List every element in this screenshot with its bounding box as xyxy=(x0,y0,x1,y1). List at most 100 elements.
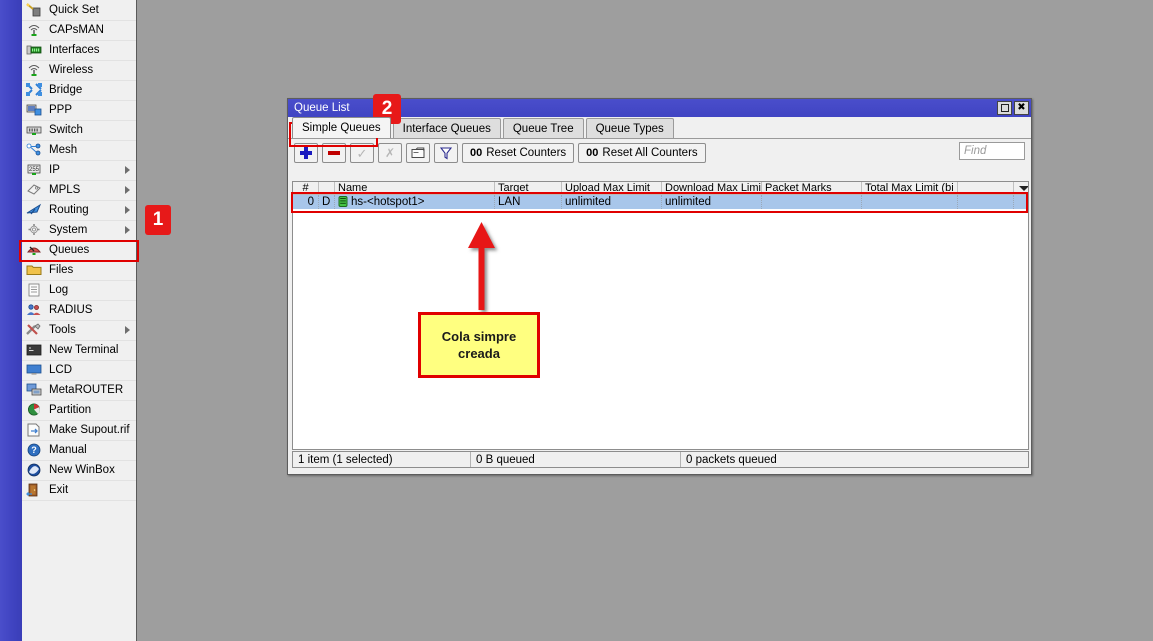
reset-all-counters-count: 00 xyxy=(586,147,598,159)
tab-queue-types[interactable]: Queue Types xyxy=(586,118,674,138)
sidebar-item-label: Switch xyxy=(49,125,83,137)
column-header-total-max-limit-bi[interactable]: Total Max Limit (bi xyxy=(862,182,958,194)
sidebar-item-label: PPP xyxy=(49,105,72,117)
sidebar-item-mpls[interactable]: MPLS xyxy=(22,181,136,201)
sidebar-item-switch[interactable]: Switch xyxy=(22,121,136,141)
sidebar-item-make-supout-rif[interactable]: Make Supout.rif xyxy=(22,421,136,441)
cell-total_max_limit xyxy=(862,195,958,209)
add-queue-button[interactable] xyxy=(294,143,318,163)
svg-text:?: ? xyxy=(31,445,37,455)
sidebar-item-files[interactable]: Files xyxy=(22,261,136,281)
sidebar-item-metarouter[interactable]: MetaROUTER xyxy=(22,381,136,401)
filter-icon xyxy=(440,147,452,160)
find-input[interactable]: Find xyxy=(959,142,1025,160)
sidebar-item-label: Files xyxy=(49,265,73,277)
winbox-accent-strip xyxy=(0,0,22,641)
maximize-button[interactable] xyxy=(997,101,1012,115)
sidebar-item-wireless[interactable]: Wireless xyxy=(22,61,136,81)
sidebar-item-label: Interfaces xyxy=(49,45,100,57)
cell-download_max_limit: unlimited xyxy=(662,195,762,209)
cell-flag: D xyxy=(319,195,335,209)
sidebar-item-interfaces[interactable]: Interfaces xyxy=(22,41,136,61)
sidebar-item-label: Quick Set xyxy=(49,5,99,17)
terminal-icon xyxy=(26,343,44,359)
sidebar-item-capsman[interactable]: CAPsMAN xyxy=(22,21,136,41)
reset-all-counters-label: Reset All Counters xyxy=(602,147,697,159)
column-header-upload-max-limit[interactable]: Upload Max Limit xyxy=(562,182,662,194)
column-header-blank[interactable] xyxy=(319,182,335,194)
ppp-icon xyxy=(26,103,42,117)
column-header-name[interactable]: Name xyxy=(335,182,495,194)
queue-name: hs-<hotspot1> xyxy=(351,196,425,208)
sidebar-item-label: RADIUS xyxy=(49,305,92,317)
radius-icon xyxy=(26,303,44,319)
chevron-right-icon xyxy=(125,186,130,194)
sidebar-item-label: Bridge xyxy=(49,85,82,97)
sidebar-item-label: Make Supout.rif xyxy=(49,425,130,437)
sidebar-item-label: New Terminal xyxy=(49,345,118,357)
radius-icon xyxy=(26,303,42,317)
sidebar-item-ppp[interactable]: PPP xyxy=(22,101,136,121)
tab-queue-tree[interactable]: Queue Tree xyxy=(503,118,584,138)
column-header-[interactable]: # xyxy=(293,182,319,194)
switch-icon xyxy=(26,123,42,137)
column-header-blank[interactable] xyxy=(958,182,1014,194)
sidebar-item-label: Mesh xyxy=(49,145,77,157)
new-winbox-icon xyxy=(26,463,42,477)
new-winbox-icon xyxy=(26,463,44,479)
annotation-arrow xyxy=(455,200,525,320)
partition-icon xyxy=(26,403,44,419)
files-icon xyxy=(26,263,44,279)
sidebar-item-label: Exit xyxy=(49,485,68,497)
cell-index: 0 xyxy=(293,195,319,209)
close-button[interactable]: ✖ xyxy=(1014,101,1029,115)
sidebar-item-routing[interactable]: Routing xyxy=(22,201,136,221)
sidebar-item-manual[interactable]: ?Manual xyxy=(22,441,136,461)
sidebar-item-ip[interactable]: 255IP xyxy=(22,161,136,181)
sidebar-item-log[interactable]: Log xyxy=(22,281,136,301)
disable-queue-button[interactable]: ✗ xyxy=(378,143,402,163)
column-header-packet-marks[interactable]: Packet Marks xyxy=(762,182,862,194)
routing-icon xyxy=(26,203,42,217)
sidebar-item-tools[interactable]: Tools xyxy=(22,321,136,341)
cell-upload_max_limit: unlimited xyxy=(562,195,662,209)
mpls-icon xyxy=(26,183,44,199)
chevron-right-icon xyxy=(125,326,130,334)
sidebar-item-new-winbox[interactable]: New WinBox xyxy=(22,461,136,481)
system-icon xyxy=(26,223,44,239)
cell-packet_marks xyxy=(762,195,862,209)
sidebar-item-partition[interactable]: Partition xyxy=(22,401,136,421)
cross-icon: ✗ xyxy=(385,147,395,159)
screen: Quick Set CAPsMAN Interfaces Wireless Bridge… xyxy=(0,0,1153,641)
sidebar-item-quick-set[interactable]: Quick Set xyxy=(22,1,136,21)
enable-queue-button[interactable]: ✓ xyxy=(350,143,374,163)
sidebar-item-radius[interactable]: RADIUS xyxy=(22,301,136,321)
comment-button[interactable] xyxy=(406,143,430,163)
sidebar-item-queues[interactable]: Queues xyxy=(22,241,136,261)
find-placeholder: Find xyxy=(964,145,986,157)
main-menu-list: Quick Set CAPsMAN Interfaces Wireless Bridge… xyxy=(22,0,136,501)
status-bar: 1 item (1 selected)0 B queued0 packets q… xyxy=(292,451,1029,468)
tab-interface-queues[interactable]: Interface Queues xyxy=(393,118,501,138)
sidebar-item-bridge[interactable]: Bridge xyxy=(22,81,136,101)
sidebar-item-exit[interactable]: Exit xyxy=(22,481,136,501)
column-header-download-max-limit[interactable]: Download Max Limit xyxy=(662,182,762,194)
remove-queue-button[interactable] xyxy=(322,143,346,163)
tab-simple-queues[interactable]: Simple Queues xyxy=(292,117,391,138)
column-chooser-button[interactable] xyxy=(1014,182,1029,194)
reset-counters-button[interactable]: 00 Reset Counters xyxy=(462,143,574,163)
sidebar-item-mesh[interactable]: Mesh xyxy=(22,141,136,161)
sidebar-item-label: Tools xyxy=(49,325,76,337)
routing-icon xyxy=(26,203,44,219)
reset-all-counters-button[interactable]: 00 Reset All Counters xyxy=(578,143,706,163)
tools-icon xyxy=(26,323,42,337)
table-row[interactable]: 0Dhs-<hotspot1>LANunlimitedunlimited xyxy=(293,195,1028,209)
column-header-target[interactable]: Target xyxy=(495,182,562,194)
supout-icon xyxy=(26,423,42,437)
sidebar-item-new-terminal[interactable]: New Terminal xyxy=(22,341,136,361)
minus-icon xyxy=(328,151,340,155)
sidebar-item-label: Routing xyxy=(49,205,89,217)
filter-button[interactable] xyxy=(434,143,458,163)
sidebar-item-system[interactable]: System xyxy=(22,221,136,241)
sidebar-item-lcd[interactable]: LCD xyxy=(22,361,136,381)
